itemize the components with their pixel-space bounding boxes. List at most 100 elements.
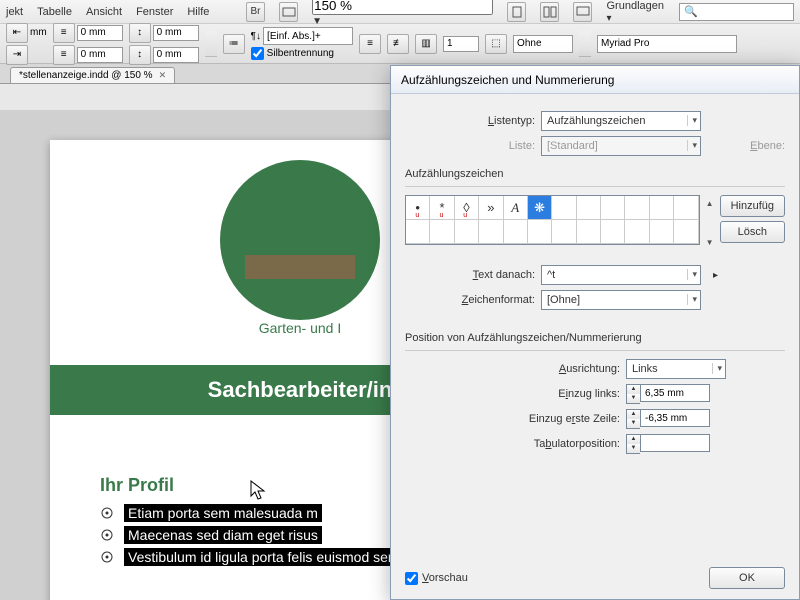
- bullets-icon[interactable]: ≔: [223, 34, 245, 54]
- space-input[interactable]: [153, 47, 199, 63]
- glyph-cell[interactable]: *u: [430, 196, 454, 220]
- paragraph-style-select[interactable]: [Einf. Abs.]+: [263, 27, 353, 45]
- tab-title: *stellenanzeige.indd @ 150 %: [19, 70, 153, 81]
- spin-down-icon[interactable]: ▼: [627, 444, 640, 453]
- glyph-cell[interactable]: [625, 220, 649, 244]
- search-field[interactable]: 🔍: [679, 3, 794, 21]
- glyph-cell-selected[interactable]: ❋: [528, 196, 552, 220]
- tabpos-field[interactable]: ▲▼: [626, 434, 710, 454]
- space-after-icon[interactable]: ↕: [129, 45, 151, 65]
- screen-mode-icon[interactable]: [573, 2, 592, 22]
- close-icon[interactable]: ✕: [159, 70, 167, 81]
- scroll-up-icon[interactable]: ▲: [706, 199, 714, 208]
- flyout-icon[interactable]: ▸: [713, 270, 718, 281]
- glyph-cell[interactable]: [552, 196, 576, 220]
- menu-item[interactable]: jekt: [6, 6, 23, 18]
- menu-item[interactable]: Tabelle: [37, 6, 72, 18]
- indent-left-icon[interactable]: ⇤: [6, 23, 28, 43]
- dialog-title: Aufzählungszeichen und Nummerierung: [391, 66, 799, 94]
- logo-banner: [245, 255, 355, 279]
- paragraph-style-icon: ¶↓: [251, 31, 261, 42]
- glyph-cell[interactable]: ◊u: [455, 196, 479, 220]
- text-after-label: Text danach:: [405, 269, 535, 281]
- glyph-cell[interactable]: [455, 220, 479, 244]
- font-select[interactable]: Myriad Pro: [597, 35, 737, 53]
- alignment-select[interactable]: Links▾: [626, 359, 726, 379]
- first-indent-label: Einzug erste Zeile:: [405, 413, 620, 425]
- workspace-selector[interactable]: Grundlagen ▾: [607, 0, 670, 24]
- list-item: Etiam porta sem malesuada m: [100, 504, 424, 522]
- glyph-cell[interactable]: [528, 220, 552, 244]
- list-select: [Standard]▾: [541, 136, 701, 156]
- glyph-cell[interactable]: A: [504, 196, 528, 220]
- space-input[interactable]: [153, 25, 199, 41]
- indent-left-field[interactable]: ▲▼: [626, 384, 710, 404]
- menubar: jekt Tabelle Ansicht Fenster Hilfe Br ▼ …: [0, 0, 800, 24]
- glyph-cell[interactable]: [650, 196, 674, 220]
- indent-left-input[interactable]: [640, 384, 710, 402]
- hyphenation-checkbox[interactable]: [251, 47, 264, 60]
- text-after-input[interactable]: ^t▾: [541, 265, 701, 285]
- spin-up-icon[interactable]: ▲: [627, 435, 640, 444]
- flower-bullet-icon: [100, 550, 114, 564]
- glyph-cell[interactable]: [625, 196, 649, 220]
- view-mode-icon[interactable]: [507, 2, 526, 22]
- spin-up-icon[interactable]: ▲: [627, 410, 640, 419]
- glyph-cell[interactable]: [601, 220, 625, 244]
- delete-button[interactable]: Lösch: [720, 221, 785, 243]
- bridge-icon[interactable]: Br: [246, 2, 265, 22]
- glyph-cell[interactable]: [650, 220, 674, 244]
- menu-item[interactable]: Hilfe: [187, 6, 209, 18]
- scroll-down-icon[interactable]: ▼: [706, 238, 714, 247]
- zoom-field[interactable]: ▼: [312, 0, 493, 27]
- flower-bullet-icon: [100, 528, 114, 542]
- glyph-cell[interactable]: [479, 220, 503, 244]
- first-indent-input[interactable]: [640, 409, 710, 427]
- indent-input[interactable]: [77, 25, 123, 41]
- baseline-grid-icon[interactable]: ≡: [359, 34, 381, 54]
- preview-label: Vorschau: [422, 572, 468, 584]
- glyph-cell[interactable]: •u: [406, 196, 430, 220]
- glyph-cell[interactable]: [430, 220, 454, 244]
- spin-down-icon[interactable]: ▼: [627, 419, 640, 428]
- listtype-select[interactable]: Aufzählungszeichen▾: [541, 111, 701, 131]
- glyph-cell[interactable]: [674, 220, 698, 244]
- glyph-cell[interactable]: [601, 196, 625, 220]
- first-indent-icon[interactable]: ≡: [53, 23, 75, 43]
- arrange-icon[interactable]: [540, 2, 559, 22]
- columns-input[interactable]: [443, 36, 479, 52]
- preview-checkbox[interactable]: [405, 572, 418, 585]
- zoom-input[interactable]: [312, 0, 493, 15]
- last-indent-icon[interactable]: ≡: [53, 45, 75, 65]
- first-indent-field[interactable]: ▲▼: [626, 409, 710, 429]
- baseline-off-icon[interactable]: ≢: [387, 34, 409, 54]
- spin-down-icon[interactable]: ▼: [627, 394, 640, 403]
- glyph-cell[interactable]: [552, 220, 576, 244]
- indent-left-label: Einzug links:: [405, 388, 620, 400]
- indent-input[interactable]: [77, 47, 123, 63]
- glyph-grid[interactable]: •u *u ◊u » A ❋: [405, 195, 700, 245]
- indent-right-icon[interactable]: ⇥: [6, 45, 28, 65]
- stock-icon[interactable]: [279, 2, 298, 22]
- glyph-cell[interactable]: [577, 220, 601, 244]
- span-icon[interactable]: ⬚: [485, 34, 507, 54]
- document-tab[interactable]: *stellenanzeige.indd @ 150 % ✕: [10, 67, 175, 83]
- space-before-icon[interactable]: ↕: [129, 23, 151, 43]
- tabpos-input[interactable]: [640, 434, 710, 452]
- tabpos-label: Tabulatorposition:: [405, 438, 620, 450]
- menu-item[interactable]: Fenster: [136, 6, 173, 18]
- ok-button[interactable]: OK: [709, 567, 785, 589]
- glyph-cell[interactable]: [674, 196, 698, 220]
- columns-icon[interactable]: ▥: [415, 34, 437, 54]
- spin-up-icon[interactable]: ▲: [627, 385, 640, 394]
- glyph-cell[interactable]: [504, 220, 528, 244]
- control-panel: ⇤mm ⇥ ≡ ≡ ↕ ↕ ≔ ¶↓[Einf. Abs.]+ Silbentr…: [0, 24, 800, 64]
- glyph-cell[interactable]: »: [479, 196, 503, 220]
- menu-item[interactable]: Ansicht: [86, 6, 122, 18]
- span-select[interactable]: Ohne: [513, 35, 573, 53]
- charformat-select[interactable]: [Ohne]▾: [541, 290, 701, 310]
- add-button[interactable]: Hinzufüg: [720, 195, 785, 217]
- glyph-cell[interactable]: [577, 196, 601, 220]
- glyph-cell[interactable]: [406, 220, 430, 244]
- level-label: Ebene:: [750, 140, 785, 152]
